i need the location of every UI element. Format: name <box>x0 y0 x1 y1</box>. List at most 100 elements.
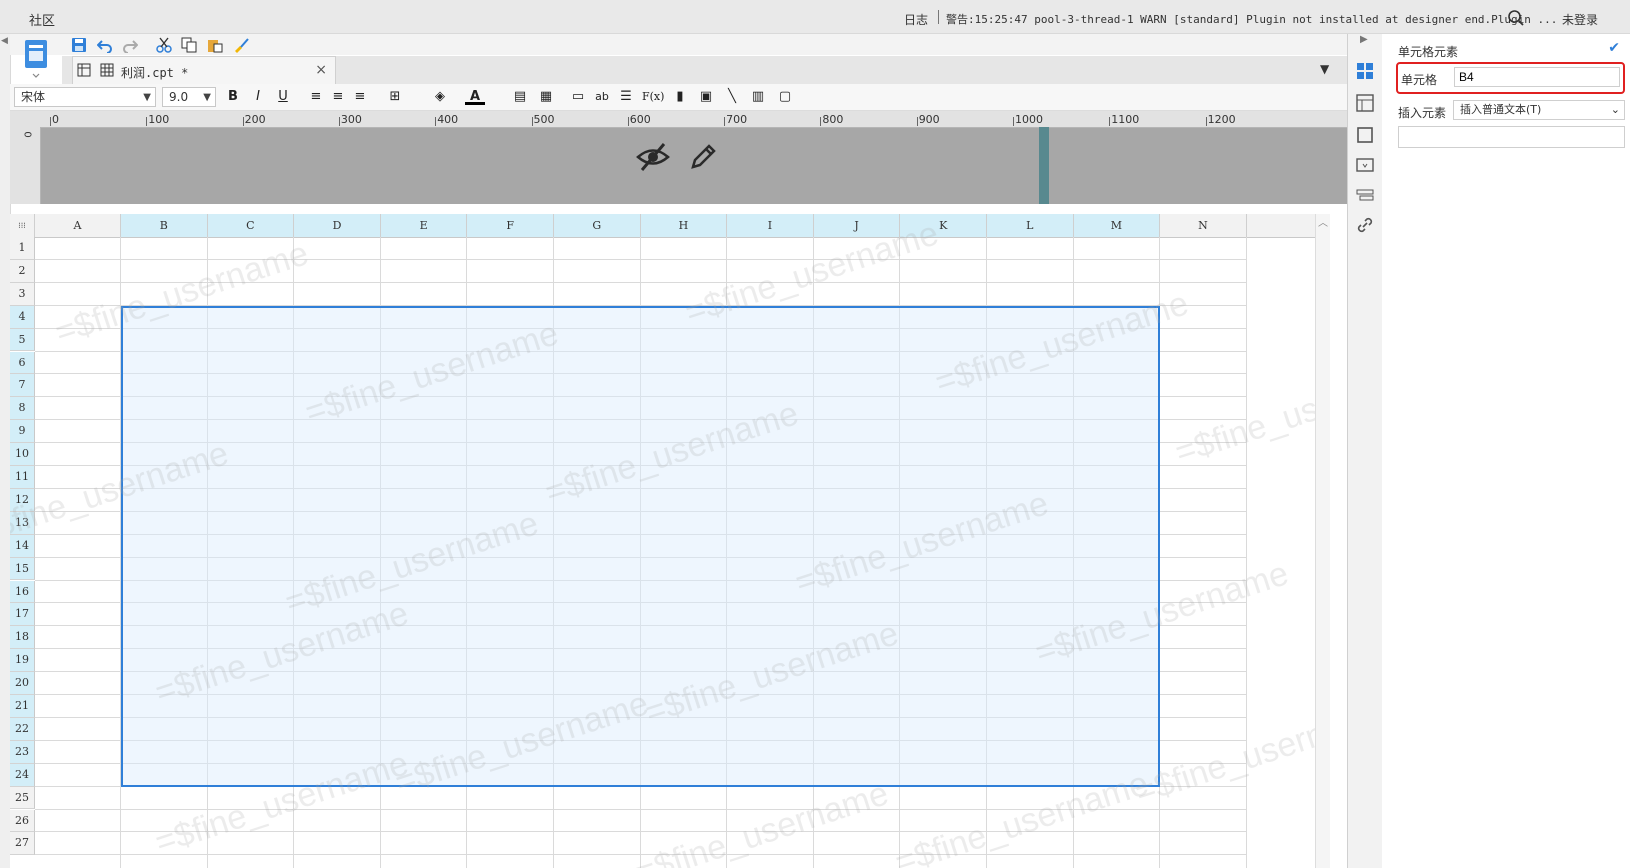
row-header[interactable]: 1 <box>10 237 35 260</box>
row-header[interactable]: 3 <box>10 282 35 306</box>
slash-icon[interactable]: ╲ <box>722 88 742 106</box>
row-header[interactable]: 27 <box>10 832 35 856</box>
edit-pencil-icon[interactable] <box>688 142 718 172</box>
italic-button[interactable]: I <box>248 88 268 106</box>
hide-eye-icon[interactable] <box>636 142 670 172</box>
frame-icon[interactable]: ▢ <box>775 88 795 106</box>
column-header[interactable]: E <box>380 214 468 237</box>
row-header[interactable]: 14 <box>10 534 35 558</box>
log-link[interactable]: 日志 <box>904 11 928 28</box>
row-header[interactable]: 18 <box>10 626 35 650</box>
column-header[interactable]: L <box>987 214 1074 237</box>
column-header[interactable]: D <box>294 214 381 237</box>
row-header[interactable]: 12 <box>10 488 35 512</box>
row-header[interactable]: 11 <box>10 466 35 489</box>
spreadsheet-grid[interactable]: ⁝⁝⁝ A B C D E F G H I J K L M N 1 2 3 4 5 6 7 8 9 10 11 12 13 14 15 1… <box>10 214 1330 868</box>
formula-button[interactable]: F(x) <box>642 88 664 106</box>
column-header[interactable]: F <box>467 214 554 237</box>
font-color-icon[interactable]: A <box>465 88 485 105</box>
row-header[interactable]: 6 <box>10 351 35 375</box>
selected-cell-range[interactable] <box>121 305 1161 787</box>
row-header[interactable]: 21 <box>10 695 35 718</box>
widget-settings-icon[interactable] <box>1356 156 1374 174</box>
bold-button[interactable]: B <box>223 88 243 106</box>
search-icon[interactable] <box>1507 9 1525 27</box>
column-header[interactable]: H <box>640 214 728 237</box>
border-icon[interactable]: ⊞ <box>385 88 405 106</box>
cell-element-icon[interactable] <box>1356 62 1374 80</box>
paragraph-icon[interactable]: ☰ <box>616 88 636 106</box>
cut-icon[interactable] <box>155 36 173 54</box>
column-header[interactable]: I <box>727 214 814 237</box>
redo-icon[interactable] <box>121 36 139 54</box>
copy-icon[interactable] <box>180 36 198 54</box>
column-header[interactable]: B <box>121 214 208 237</box>
expand-arrow-icon[interactable]: ▶ <box>1360 34 1368 45</box>
row-header[interactable]: 4 <box>10 305 35 329</box>
vertical-scrollbar[interactable]: ︿ <box>1315 214 1330 868</box>
row-header[interactable]: 26 <box>10 809 35 833</box>
underline-button[interactable]: U <box>273 88 293 106</box>
cell-style-icon[interactable]: ▤ <box>510 88 530 106</box>
undo-icon[interactable] <box>96 36 114 54</box>
font-family-select[interactable]: 宋体 ▼ <box>14 87 156 107</box>
scroll-up-icon[interactable]: ︿ <box>1318 214 1328 229</box>
row-header[interactable]: 25 <box>10 786 35 810</box>
login-link[interactable]: 未登录 <box>1562 11 1598 28</box>
row-header[interactable]: 17 <box>10 603 35 627</box>
align-left-icon[interactable]: ≡ <box>306 88 326 106</box>
row-header[interactable]: 16 <box>10 580 35 604</box>
grid-view-icon[interactable] <box>77 63 91 77</box>
image-icon[interactable]: ▣ <box>696 88 716 106</box>
column-header[interactable]: K <box>900 214 987 237</box>
table-icon[interactable]: ▦ <box>536 88 556 106</box>
widget-frame-icon[interactable] <box>1356 126 1374 144</box>
text-ab-button[interactable]: ab <box>592 88 612 106</box>
align-right-icon[interactable]: ≡ <box>350 88 370 106</box>
warning-message[interactable]: 警告:15:25:47 pool-3-thread-1 WARN [standa… <box>946 11 1557 27</box>
close-icon[interactable]: × <box>315 62 327 78</box>
column-header[interactable]: G <box>554 214 641 237</box>
sub-report-icon[interactable]: ▥ <box>748 88 768 106</box>
column-header[interactable]: M <box>1073 214 1161 237</box>
row-header[interactable]: 7 <box>10 374 35 398</box>
column-header[interactable]: A <box>35 214 121 237</box>
row-header[interactable]: 22 <box>10 717 35 741</box>
template-menu-icon[interactable] <box>12 34 60 82</box>
row-header[interactable]: 9 <box>10 420 35 444</box>
page-boundary-marker[interactable] <box>1039 127 1049 204</box>
align-center-icon[interactable]: ≡ <box>328 88 348 106</box>
format-painter-icon[interactable] <box>232 36 250 54</box>
row-header[interactable]: 2 <box>10 259 35 283</box>
row-header[interactable]: 15 <box>10 557 35 581</box>
chart-icon[interactable]: ▮ <box>670 88 690 106</box>
tab-file[interactable]: 利润.cpt * × <box>72 56 336 84</box>
community-link[interactable]: 社区 <box>29 10 55 29</box>
row-header[interactable]: 24 <box>10 763 35 787</box>
row-header[interactable]: 20 <box>10 672 35 695</box>
font-size-select[interactable]: 9.0 ▼ <box>162 87 216 107</box>
cell-input[interactable] <box>1454 67 1620 87</box>
row-header[interactable]: 5 <box>10 328 35 352</box>
merge-icon[interactable]: ▭ <box>568 88 588 106</box>
column-header[interactable]: N <box>1160 214 1247 237</box>
cell-attribute-icon[interactable] <box>1356 94 1374 112</box>
row-header[interactable]: 13 <box>10 511 35 535</box>
tab-menu-icon[interactable]: ▼ <box>1320 62 1329 76</box>
row-header[interactable]: 19 <box>10 649 35 673</box>
cell-content-textbox[interactable] <box>1398 126 1625 148</box>
collapse-arrow-icon[interactable]: ◀ <box>1 36 8 46</box>
column-header[interactable]: J <box>813 214 901 237</box>
column-header[interactable]: C <box>207 214 295 237</box>
row-header[interactable]: 10 <box>10 443 35 466</box>
row-header[interactable]: 8 <box>10 397 35 421</box>
row-header[interactable]: 23 <box>10 740 35 764</box>
hyperlink-icon[interactable] <box>1356 216 1374 234</box>
save-icon[interactable] <box>70 36 88 54</box>
condition-attribute-icon[interactable] <box>1356 186 1374 204</box>
check-icon[interactable]: ✔ <box>1608 40 1620 56</box>
insert-element-select[interactable]: 插入普通文本(T) ⌄ <box>1453 100 1625 120</box>
paste-icon[interactable] <box>206 36 224 54</box>
fill-color-icon[interactable]: ◈ <box>430 88 450 106</box>
select-all-corner[interactable]: ⁝⁝⁝ <box>10 214 35 237</box>
